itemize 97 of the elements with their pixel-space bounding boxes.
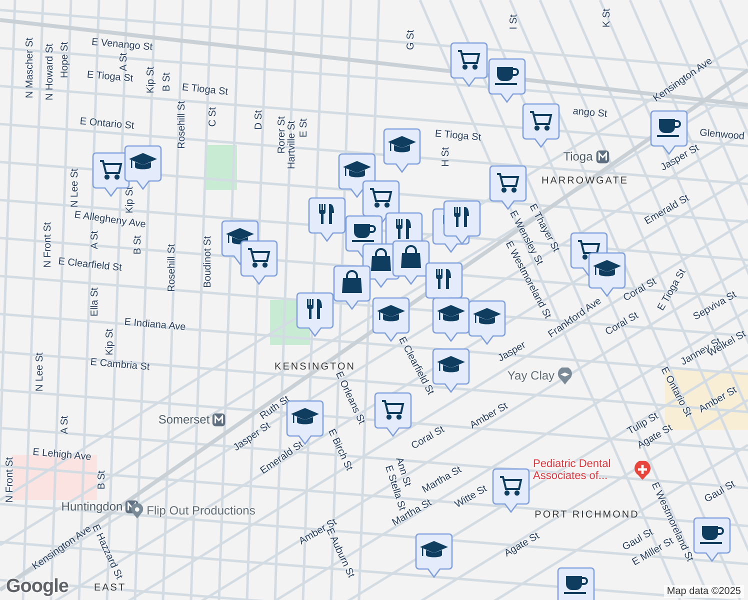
street-label: Rosehill St bbox=[166, 244, 178, 292]
street-label: N Lee St bbox=[70, 168, 80, 208]
street-label: H St bbox=[440, 147, 452, 167]
street-label: Rorer St bbox=[276, 116, 288, 154]
street-label: B St bbox=[96, 470, 108, 490]
street-label: Coral St bbox=[410, 424, 446, 452]
medical-pin-icon bbox=[634, 460, 651, 480]
street-label: Hope St bbox=[60, 42, 70, 78]
shopping-bag-icon bbox=[401, 245, 421, 268]
neighborhood-label: PORT RICHMOND bbox=[534, 510, 640, 520]
street-label: E Tioga St bbox=[181, 82, 229, 98]
graduation-cap-icon bbox=[437, 305, 465, 322]
coffee-cup-icon bbox=[495, 67, 519, 85]
street-label: Coral St bbox=[622, 276, 658, 304]
street-label: Rosehill St bbox=[176, 101, 188, 149]
coffee-cup-icon bbox=[657, 119, 681, 137]
neighborhood-label: HARROWGATE bbox=[541, 176, 629, 186]
street-label: A St bbox=[118, 52, 130, 72]
shopping-cart-icon bbox=[370, 188, 392, 208]
graduation-cap-icon bbox=[291, 408, 319, 424]
street-label: Ella St bbox=[90, 288, 100, 316]
street-label: E Tioga St bbox=[434, 128, 482, 144]
street-label: N Lee St bbox=[34, 352, 46, 392]
school-pin-icon bbox=[558, 368, 573, 384]
street-label: E Cambria St bbox=[90, 356, 150, 374]
street-label: C St bbox=[208, 107, 218, 127]
street-label: D St bbox=[254, 110, 264, 130]
fork-knife-icon bbox=[307, 299, 322, 319]
fork-knife-icon bbox=[319, 204, 334, 224]
coffee-cup-icon bbox=[700, 526, 724, 544]
street-label: E Ontario St bbox=[79, 116, 135, 132]
attribution-text: Map data ©2025 bbox=[664, 585, 744, 598]
street-label: B St bbox=[132, 236, 144, 254]
shopping-cart-icon bbox=[458, 50, 480, 70]
fork-knife-icon bbox=[396, 219, 411, 239]
street-label: E Venango St bbox=[91, 36, 153, 54]
street-label: N Front St bbox=[42, 222, 54, 268]
graduation-cap-icon bbox=[129, 153, 157, 170]
street-label: E Birch St bbox=[326, 428, 354, 472]
street-label: ango St bbox=[572, 106, 608, 120]
graduation-cap-icon bbox=[226, 228, 254, 244]
place-label: Huntingdon bbox=[61, 500, 123, 514]
coffee-cup-icon bbox=[564, 576, 588, 594]
street-label: B St bbox=[162, 72, 172, 92]
graduation-cap-icon bbox=[388, 136, 416, 152]
fork-knife-icon bbox=[454, 207, 469, 227]
street-label: A St bbox=[90, 230, 100, 250]
street-label: Glenwood bbox=[699, 128, 745, 142]
shopping-cart-icon bbox=[530, 111, 552, 131]
street-label: G St bbox=[406, 30, 416, 50]
street-label: Hartville St bbox=[286, 120, 298, 170]
street-label: E Lehigh Ave bbox=[32, 446, 92, 464]
place-label: Flip Out Productions bbox=[146, 504, 256, 518]
shopping-cart-icon bbox=[382, 400, 404, 420]
coffee-cup-icon bbox=[352, 224, 376, 242]
graduation-cap-icon bbox=[377, 305, 405, 322]
fork-knife-icon bbox=[436, 269, 451, 289]
street-label: E St bbox=[298, 118, 310, 138]
street-label: E Clearfield St bbox=[58, 256, 122, 274]
graduation-cap-icon bbox=[593, 260, 621, 276]
shopping-cart-icon bbox=[497, 173, 520, 193]
metro-station-icon bbox=[212, 414, 226, 426]
street-label: I St bbox=[508, 14, 520, 30]
map-marker[interactable] bbox=[557, 567, 595, 600]
shopping-cart-icon bbox=[500, 476, 522, 496]
metro-station-icon bbox=[596, 150, 609, 164]
graduation-cap-icon bbox=[343, 161, 371, 178]
street-label: N Howard St bbox=[44, 44, 56, 100]
logo: Google bbox=[6, 576, 68, 598]
place-label: Tioga bbox=[563, 150, 593, 164]
graduation-cap-icon bbox=[437, 356, 465, 372]
place-label: Pediatric Dental Associates of... bbox=[533, 458, 612, 482]
street-label: K St bbox=[602, 8, 612, 28]
street-label: Boudinot St bbox=[202, 236, 214, 288]
place-label: Somerset bbox=[158, 413, 210, 427]
place-label: Yay Clay bbox=[507, 369, 555, 383]
street-label: A St bbox=[60, 416, 70, 434]
graduation-cap-icon bbox=[420, 541, 448, 558]
street-label: N Mascher St bbox=[24, 38, 36, 98]
street-label: N Front St bbox=[4, 457, 16, 503]
neighborhood-label: EAST bbox=[94, 582, 126, 594]
street-label: Kip St bbox=[146, 66, 156, 94]
location-pin-icon bbox=[130, 504, 144, 518]
shopping-cart-icon bbox=[100, 160, 122, 180]
street-label: Coral St bbox=[604, 310, 640, 338]
street-label: Kip St bbox=[104, 328, 116, 356]
street-label: Ruth St bbox=[258, 394, 292, 422]
neighborhood-label: KENSINGTON bbox=[274, 362, 356, 372]
street-label: E Indiana Ave bbox=[124, 316, 186, 334]
graduation-cap-icon bbox=[473, 308, 501, 324]
street-label: Gaul St bbox=[702, 478, 738, 506]
street-label: Witte St bbox=[453, 483, 489, 511]
street-label: Agate St bbox=[502, 530, 542, 560]
shopping-cart-icon bbox=[248, 248, 270, 268]
street-label: E Tioga St bbox=[86, 70, 134, 84]
shopping-bag-icon bbox=[371, 248, 391, 271]
shopping-bag-icon bbox=[342, 270, 362, 293]
